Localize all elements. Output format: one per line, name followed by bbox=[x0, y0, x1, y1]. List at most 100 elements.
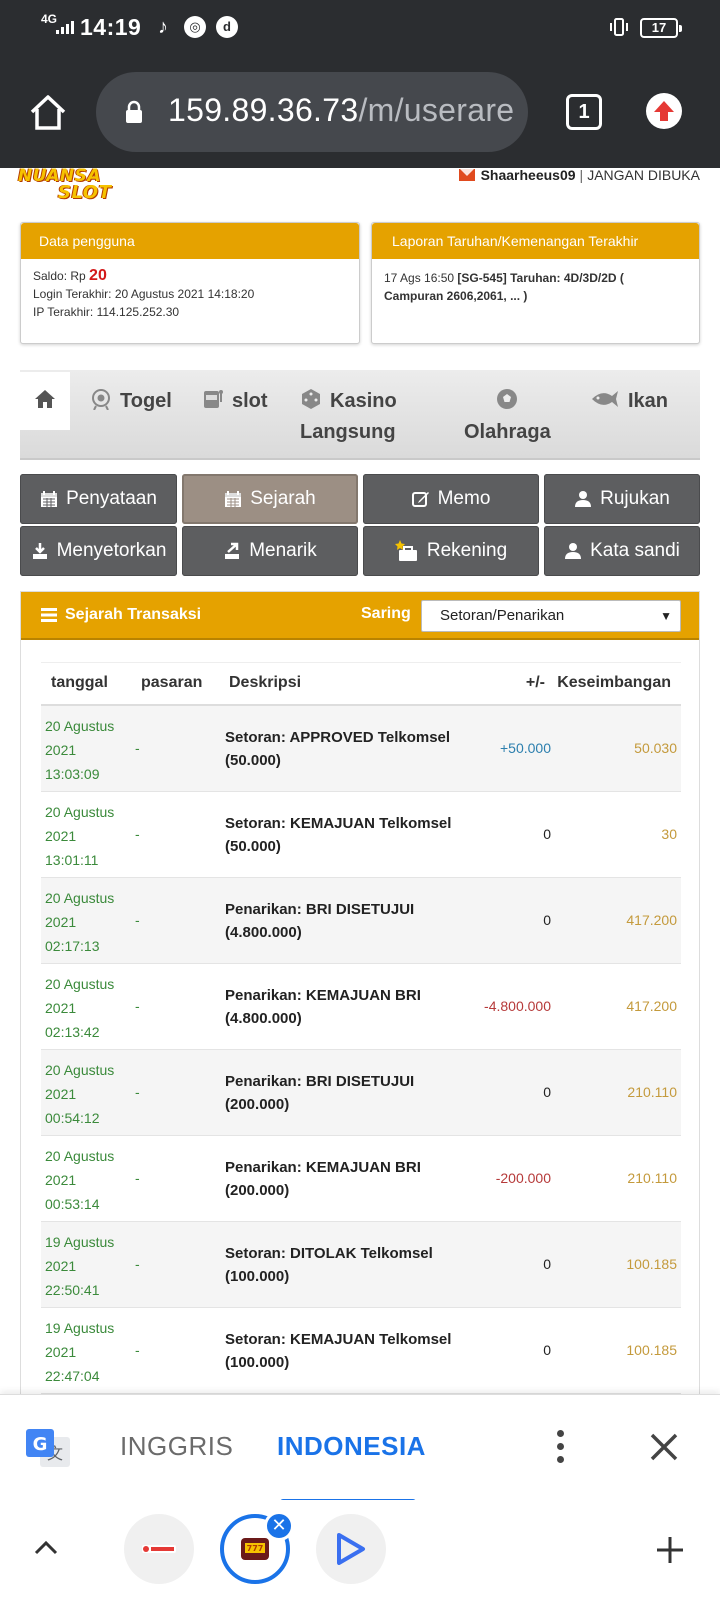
separator: | bbox=[579, 167, 584, 183]
chevron-down-icon: ▼ bbox=[660, 609, 672, 623]
row-amount: 0 bbox=[543, 912, 551, 928]
tab-thumbnail-1[interactable] bbox=[124, 1514, 194, 1584]
mail-icon[interactable] bbox=[458, 169, 475, 181]
row-date: 20 Agustus 2021 02:13:42 bbox=[45, 976, 115, 1040]
close-tab-badge[interactable]: ✕ bbox=[264, 1511, 294, 1541]
lottery-icon bbox=[92, 389, 110, 410]
menyetorkan-button[interactable]: Menyetorkan bbox=[20, 526, 177, 576]
category-kasino[interactable]: Kasino Langsung bbox=[300, 386, 397, 448]
network-type: 4G bbox=[41, 12, 58, 26]
address-bar[interactable]: 159.89.36.73/m/userare bbox=[96, 72, 528, 152]
site-logo[interactable]: NUANSA SLOT bbox=[18, 166, 128, 206]
google-translate-icon[interactable]: 文 G bbox=[24, 1427, 72, 1471]
update-button[interactable] bbox=[646, 93, 682, 129]
tab-thumbnail-3[interactable] bbox=[316, 1514, 386, 1584]
row-date: 19 Agustus 2021 22:50:41 bbox=[45, 1234, 115, 1298]
battery-icon: 17 bbox=[640, 18, 682, 38]
withdraw-icon bbox=[225, 542, 240, 559]
clock: 14:19 bbox=[80, 14, 142, 40]
saldo-value: 20 bbox=[89, 267, 107, 284]
category-kasino-label: Kasino bbox=[330, 390, 397, 412]
row-amount: +50.000 bbox=[500, 740, 551, 756]
url-text: 159.89.36.73/m/userare bbox=[168, 92, 514, 129]
col-keseimbangan[interactable]: Keseimbangan bbox=[557, 674, 671, 692]
target-language-tab[interactable]: INDONESIA bbox=[277, 1431, 426, 1462]
col-tanggal[interactable]: tanggal bbox=[51, 674, 108, 692]
row-description: Penarikan: BRI DISETUJUI (4.800.000) bbox=[225, 901, 415, 941]
table-row: 20 Agustus 2021 00:54:12 - Penarikan: BRI … bbox=[41, 1050, 681, 1136]
play-store-icon bbox=[337, 1533, 365, 1565]
username[interactable]: Shaarheeus09 bbox=[481, 167, 576, 183]
source-language-tab[interactable]: INGGRIS bbox=[120, 1431, 233, 1462]
user-data-title: Data pengguna bbox=[21, 223, 359, 259]
fish-icon bbox=[592, 391, 618, 407]
row-balance: 30 bbox=[661, 826, 677, 842]
row-description: Penarikan: KEMAJUAN BRI (200.000) bbox=[225, 1159, 421, 1199]
row-description: Setoran: APPROVED Telkomsel (50.000) bbox=[225, 729, 451, 769]
last-ip: IP Terakhir: 114.125.252.30 bbox=[33, 305, 180, 319]
kata-sandi-button[interactable]: Kata sandi bbox=[544, 526, 700, 576]
signal-icon bbox=[56, 20, 74, 34]
tiktok-icon: ♪ bbox=[158, 16, 168, 38]
more-vert-icon[interactable] bbox=[550, 1427, 570, 1467]
user-note: JANGAN DIBUKA bbox=[587, 167, 700, 183]
phone-screen: 4G 14:19 ♪ ◎ d 17 159.89.36.73/m/userare… bbox=[0, 0, 720, 1600]
svg-text:777: 777 bbox=[247, 1544, 264, 1553]
row-date: 20 Agustus 2021 13:03:09 bbox=[45, 718, 115, 782]
table-row: 20 Agustus 2021 13:03:09 - Setoran: APPROV… bbox=[41, 706, 681, 792]
col-pasaran[interactable]: pasaran bbox=[141, 674, 202, 692]
slot-favicon-icon: 777 bbox=[241, 1538, 269, 1560]
report-detail-2[interactable]: Campuran 2606,2061, ... ) bbox=[384, 289, 527, 303]
row-balance: 50.030 bbox=[634, 740, 677, 756]
row-pasaran: - bbox=[135, 826, 140, 842]
menarik-label: Menarik bbox=[249, 540, 317, 561]
category-ikan[interactable]: Ikan bbox=[590, 386, 668, 417]
chrome-icon: ◎ bbox=[184, 16, 206, 38]
penyataan-button[interactable]: Penyataan bbox=[20, 474, 177, 524]
user-info: Shaarheeus09 | JANGAN DIBUKA bbox=[458, 167, 700, 183]
category-olahraga-label: Olahraga bbox=[464, 421, 551, 443]
calendar-icon bbox=[41, 491, 58, 507]
col-deskripsi[interactable]: Deskripsi bbox=[229, 674, 301, 692]
col-plus-minus[interactable]: +/- bbox=[526, 674, 545, 692]
user-data-card: Data pengguna Saldo: Rp 20 Login Terakhi… bbox=[20, 222, 360, 344]
row-description: Setoran: KEMAJUAN Telkomsel (50.000) bbox=[225, 815, 452, 855]
category-olahraga[interactable]: Olahraga bbox=[464, 386, 551, 448]
memo-button[interactable]: Memo bbox=[363, 474, 539, 524]
menyetorkan-label: Menyetorkan bbox=[56, 540, 167, 561]
tab-switcher-button[interactable]: 1 bbox=[566, 94, 602, 130]
plus-icon[interactable] bbox=[654, 1534, 686, 1566]
deposit-icon bbox=[32, 543, 47, 559]
menarik-button[interactable]: Menarik bbox=[182, 526, 358, 576]
last-login: Login Terakhir: 20 Agustus 2021 14:18:20 bbox=[33, 287, 255, 301]
category-home[interactable] bbox=[20, 372, 70, 430]
row-description: Setoran: DITOLAK Telkomsel (100.000) bbox=[225, 1245, 433, 1285]
vibrate-icon bbox=[610, 18, 628, 36]
rekening-button[interactable]: Rekening bbox=[363, 526, 539, 576]
chevron-up-icon[interactable] bbox=[32, 1534, 60, 1562]
transaction-panel: Sejarah Transaksi Saring Setoran/Penarik… bbox=[20, 591, 700, 1411]
category-togel[interactable]: Togel bbox=[90, 386, 172, 417]
row-date: 20 Agustus 2021 13:01:11 bbox=[45, 804, 115, 868]
close-icon[interactable] bbox=[646, 1429, 682, 1465]
category-slot[interactable]: slot bbox=[202, 386, 268, 417]
rujukan-button[interactable]: Rujukan bbox=[544, 474, 700, 524]
filter-select[interactable]: Setoran/Penarikan ▼ bbox=[421, 600, 681, 632]
filter-label: Saring bbox=[361, 605, 411, 622]
status-bar: 4G 14:19 ♪ ◎ d 17 bbox=[0, 0, 720, 56]
row-balance: 417.200 bbox=[626, 998, 677, 1014]
tab-strip: 777 bbox=[0, 1500, 720, 1600]
row-amount: 0 bbox=[543, 1256, 551, 1272]
table-row: 20 Agustus 2021 00:53:14 - Penarikan: KEMA… bbox=[41, 1136, 681, 1222]
category-kasino-label-2: Langsung bbox=[300, 421, 396, 443]
row-amount: -200.000 bbox=[495, 1170, 551, 1186]
row-balance: 210.110 bbox=[627, 1170, 677, 1186]
row-pasaran: - bbox=[135, 1256, 140, 1272]
home-icon[interactable] bbox=[28, 92, 68, 132]
rekening-label: Rekening bbox=[426, 540, 508, 561]
sejarah-button[interactable]: Sejarah bbox=[182, 474, 358, 524]
browser-toolbar: 159.89.36.73/m/userare 1 bbox=[0, 56, 720, 168]
saldo-label: Saldo: Rp bbox=[33, 269, 86, 283]
dice-icon bbox=[302, 389, 320, 409]
report-detail-1[interactable]: [SG-545] Taruhan: 4D/3D/2D ( bbox=[457, 271, 623, 285]
